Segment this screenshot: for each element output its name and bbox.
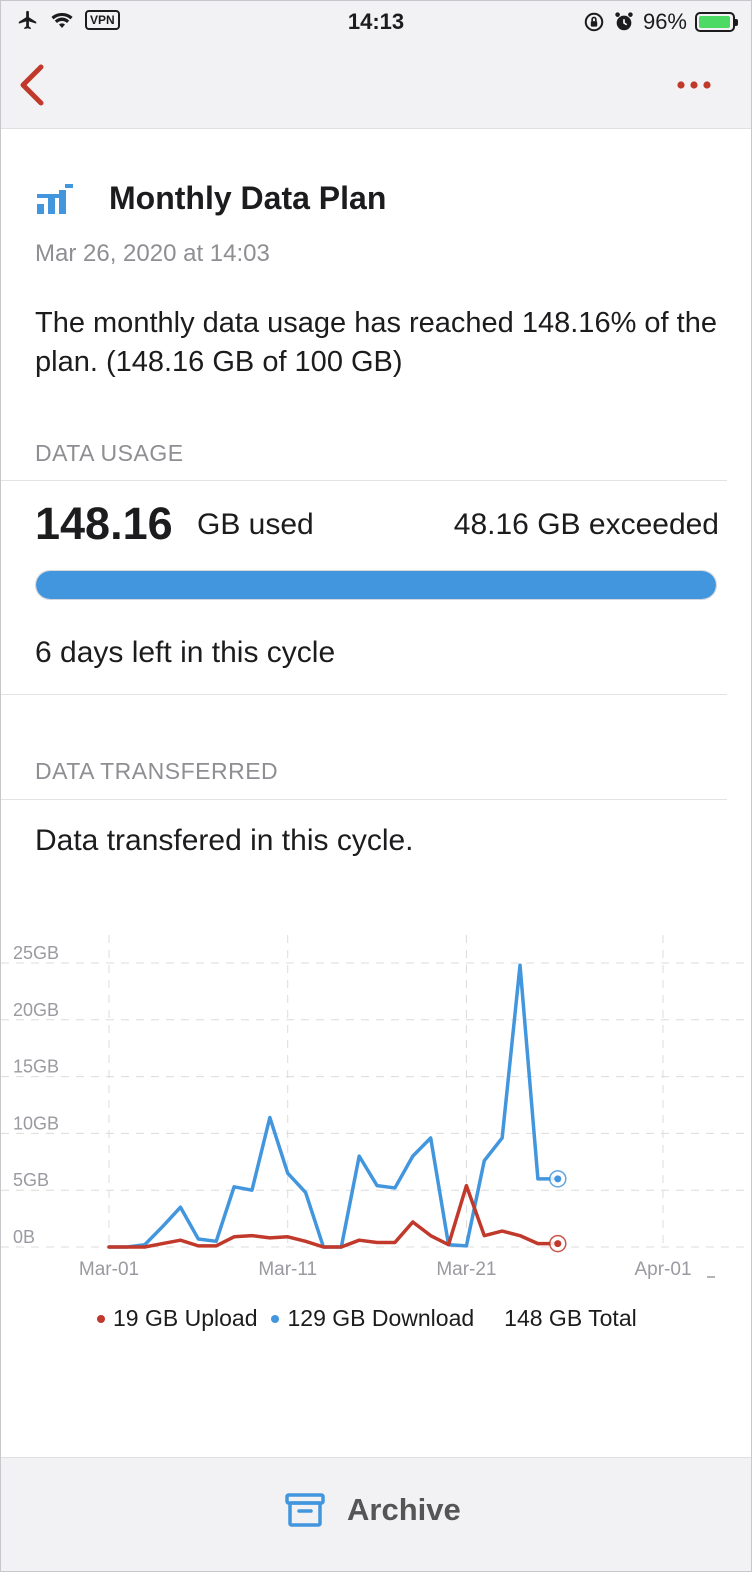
legend-download: 129 GB Download (271, 1305, 474, 1332)
x-tick-label: Apr-01 (634, 1259, 691, 1280)
status-right: 96% (583, 9, 738, 35)
y-tick-label: 10GB (13, 1113, 59, 1133)
exceeded-value: 48.16 GB exceeded (453, 508, 719, 541)
y-tick-label: 20GB (13, 1000, 59, 1020)
y-tick-label: 0B (13, 1227, 35, 1247)
archive-box-icon (285, 1493, 325, 1527)
legend-upload-dot (97, 1314, 105, 1323)
x-tick-label: Mar-11 (258, 1259, 317, 1280)
battery-fill (699, 16, 730, 28)
orientation-lock-icon (584, 12, 604, 32)
legend-download-label: 129 GB Download (287, 1305, 475, 1331)
days-left: 6 days left in this cycle (35, 636, 336, 669)
app-screen: VPN 14:13 96% Monthly Data Plan Mar 26, … (0, 0, 752, 1572)
progress-fill (36, 571, 716, 599)
series-line-download (107, 963, 558, 1249)
ellipsis-icon (677, 81, 711, 89)
divider (1, 799, 727, 800)
more-options-button[interactable] (671, 73, 721, 97)
battery-icon (695, 12, 738, 32)
legend-upload: 19 GB Upload (97, 1305, 257, 1332)
top-bar: VPN 14:13 96% (1, 1, 751, 129)
archive-label: Archive (347, 1492, 461, 1527)
used-value: 148.16 (35, 498, 173, 549)
usage-row: 148.16 GB used 48.16 GB exceeded (35, 498, 719, 558)
back-button[interactable] (15, 61, 55, 109)
y-tick-label: 15GB (13, 1057, 59, 1077)
bottom-toolbar: Archive (1, 1457, 751, 1571)
page-title: Monthly Data Plan (109, 180, 387, 216)
y-tick-label: 25GB (13, 943, 59, 963)
x-tick-label: Mar-21 (436, 1259, 496, 1280)
usage-progress-bar (35, 570, 717, 600)
legend-total: 148 GB Total (504, 1305, 637, 1331)
status-bar: VPN 14:13 96% (1, 7, 751, 37)
battery-percent: 96% (642, 9, 687, 34)
series-line-upload (107, 1183, 558, 1249)
legend-download-dot (271, 1314, 280, 1323)
series-end-point-download (554, 1175, 562, 1183)
x-tick-label: Mar-01 (79, 1259, 139, 1280)
series-end-point-upload (554, 1240, 562, 1248)
y-tick-label: 5GB (13, 1170, 49, 1190)
used-unit: GB used (197, 508, 314, 541)
alarm-icon (615, 12, 633, 31)
divider (1, 480, 727, 481)
data-transfer-chart: 0B 5GB 10GB 15GB 20GB 25GB Mar-01 Mar-11 Mar-21 A… (1, 935, 751, 1280)
chart-legend: 19 GB Upload 129 GB Download 148 GB Tota… (97, 1305, 637, 1332)
timestamp: Mar 26, 2020 at 14:03 (35, 240, 270, 267)
data-transferred-header: DATA TRANSFERRED (35, 758, 279, 784)
data-transferred-subtitle: Data transfered in this cycle. (35, 824, 414, 857)
legend-upload-label: 19 GB Upload (113, 1305, 258, 1331)
title-row: Monthly Data Plan (35, 180, 386, 217)
chevron-left-icon (20, 64, 44, 106)
divider (1, 694, 727, 695)
bar-chart-icon (37, 183, 73, 214)
data-usage-header: DATA USAGE (35, 440, 184, 466)
notification-message: The monthly data usage has reached 148.1… (35, 307, 717, 378)
archive-button[interactable]: Archive (285, 1492, 461, 1528)
